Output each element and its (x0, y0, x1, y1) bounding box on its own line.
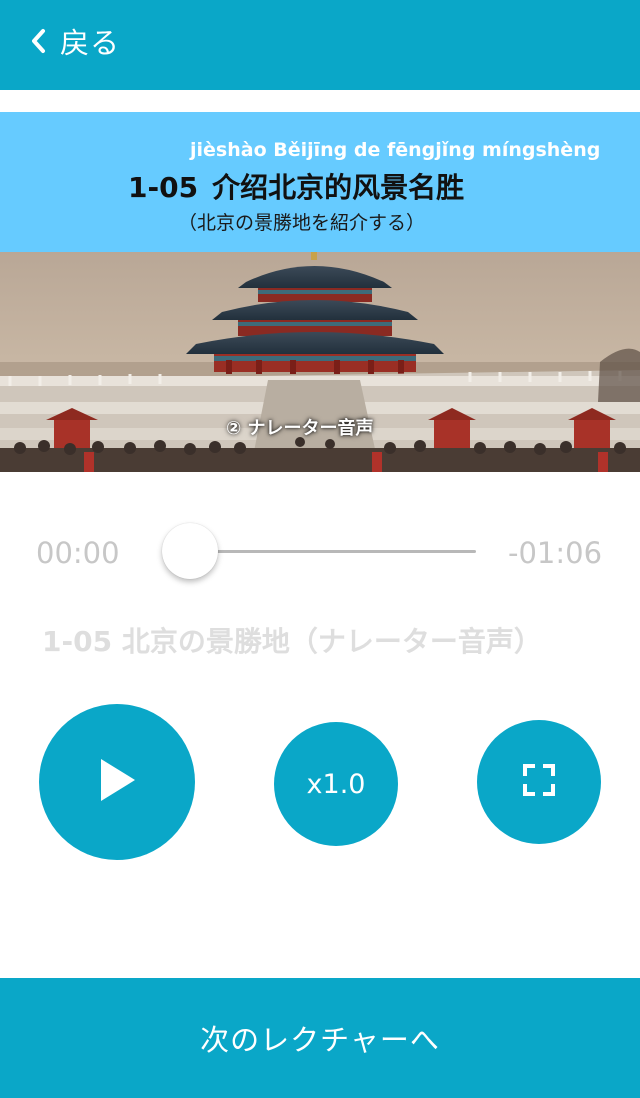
fullscreen-button[interactable] (477, 720, 601, 844)
lesson-photo: ② ナレーター音声 (0, 252, 640, 472)
play-icon (95, 755, 139, 809)
back-button[interactable]: 戻る (30, 18, 120, 64)
playback-speed-label: x1.0 (306, 768, 366, 800)
lesson-title-text: 介绍北京的风景名胜 (212, 171, 465, 204)
fullscreen-icon (522, 763, 556, 801)
next-lecture-button[interactable]: 次のレクチャーへ (0, 978, 640, 1098)
current-time: 00:00 (36, 536, 120, 570)
progress-slider[interactable] (162, 522, 476, 580)
play-button[interactable] (39, 704, 195, 860)
photo-caption: ② ナレーター音声 (226, 418, 374, 439)
track-title: 1-05 北京の景勝地（ナレーター音声） (42, 625, 542, 658)
lesson-title: 1-05 介绍北京的风景名胜 (128, 166, 464, 206)
lesson-pinyin: jièshào Běijīng de fēngjǐng míngshèng (190, 139, 601, 161)
back-label: 戻る (60, 26, 121, 60)
lesson-subtitle: （北京の景勝地を紹介する） (178, 212, 426, 234)
remaining-time: -01:06 (508, 536, 603, 570)
progress-thumb[interactable] (162, 523, 218, 579)
next-lecture-label: 次のレクチャーへ (200, 1023, 440, 1057)
top-navigation-bar: 戻る (0, 0, 640, 90)
chevron-left-icon (30, 28, 46, 54)
lesson-title-banner: jièshào Běijīng de fēngjǐng míngshèng 1-… (0, 112, 640, 252)
playback-speed-button[interactable]: x1.0 (274, 722, 398, 846)
lesson-number: 1-05 (128, 171, 199, 204)
